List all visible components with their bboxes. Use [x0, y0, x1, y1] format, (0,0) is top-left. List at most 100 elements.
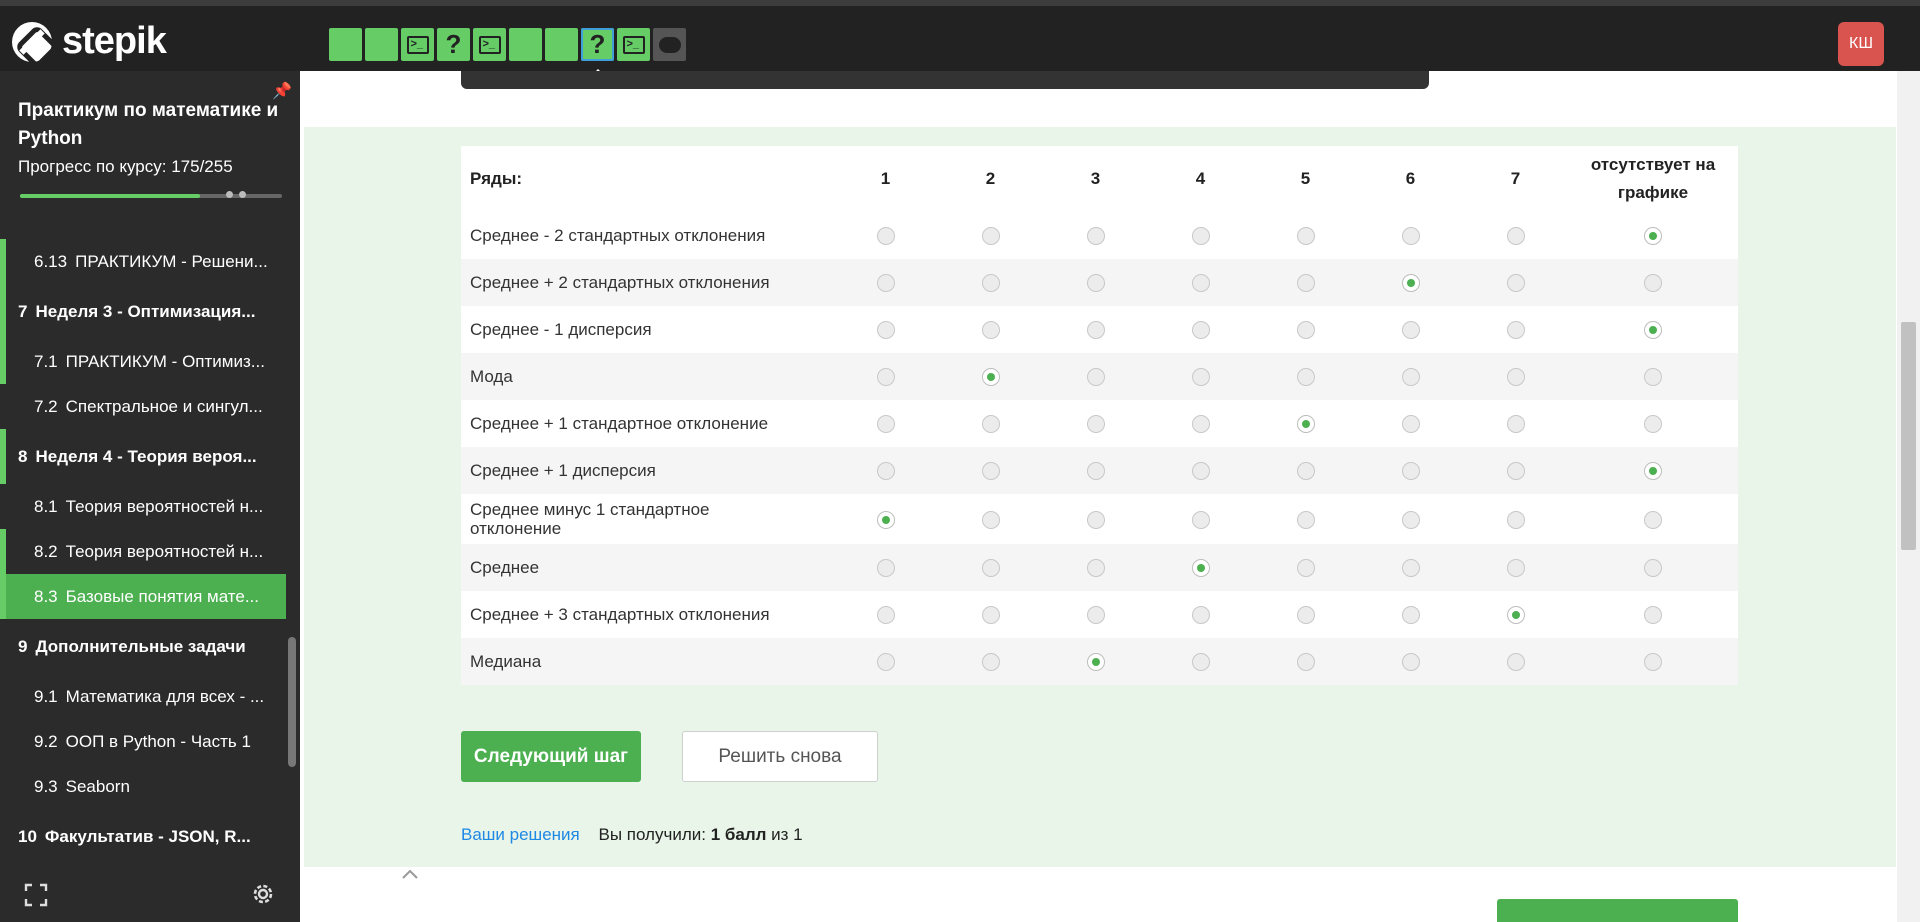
radio-button[interactable] — [876, 415, 895, 434]
radio-button[interactable] — [1296, 227, 1315, 246]
radio-button[interactable] — [876, 274, 895, 293]
radio-button[interactable] — [876, 321, 895, 340]
radio-button[interactable] — [1296, 606, 1315, 625]
radio-button-selected[interactable] — [876, 510, 895, 529]
radio-button[interactable] — [1401, 653, 1420, 672]
radio-button[interactable] — [1401, 368, 1420, 387]
radio-button-selected[interactable] — [1644, 321, 1662, 340]
radio-button[interactable] — [1086, 559, 1105, 578]
radio-button[interactable] — [1191, 510, 1210, 529]
sidebar-section[interactable]: 8 Неделя 4 - Теория вероя... — [0, 429, 286, 484]
step-tab-3[interactable]: >_ — [401, 28, 434, 61]
stepik-logo[interactable]: stepik — [12, 20, 167, 63]
radio-button[interactable] — [1506, 368, 1525, 387]
radio-button[interactable] — [1644, 274, 1662, 293]
radio-button[interactable] — [1401, 559, 1420, 578]
radio-button[interactable] — [1401, 415, 1420, 434]
sidebar-lesson[interactable]: 9.2 ООП в Python - Часть 1 — [0, 719, 286, 764]
radio-button[interactable] — [1191, 321, 1210, 340]
step-tab-6[interactable] — [509, 28, 542, 61]
page-scrollbar-thumb[interactable] — [1901, 322, 1916, 550]
radio-button[interactable] — [1296, 368, 1315, 387]
sidebar-lesson[interactable]: 8.1 Теория вероятностей н... — [0, 484, 286, 529]
radio-button[interactable] — [1086, 462, 1105, 481]
radio-button[interactable] — [1644, 510, 1662, 529]
radio-button[interactable] — [1506, 274, 1525, 293]
radio-button[interactable] — [981, 510, 1000, 529]
radio-button[interactable] — [1086, 227, 1105, 246]
radio-button[interactable] — [981, 274, 1000, 293]
radio-button[interactable] — [1644, 559, 1662, 578]
sidebar-lesson[interactable]: 7.2 Спектральное и сингул... — [0, 384, 286, 429]
solve-again-button[interactable]: Решить снова — [682, 731, 878, 782]
next-step-bottom-button[interactable] — [1497, 899, 1738, 922]
radio-button[interactable] — [876, 227, 895, 246]
radio-button[interactable] — [1644, 368, 1662, 387]
radio-button[interactable] — [981, 606, 1000, 625]
sidebar-lesson[interactable]: 9.3 Seaborn — [0, 764, 286, 809]
fullscreen-icon[interactable] — [24, 883, 48, 907]
radio-button[interactable] — [1191, 462, 1210, 481]
radio-button[interactable] — [981, 462, 1000, 481]
radio-button-selected[interactable] — [1191, 559, 1210, 578]
radio-button[interactable] — [876, 462, 895, 481]
your-solutions-link[interactable]: Ваши решения — [461, 825, 580, 844]
radio-button[interactable] — [1086, 321, 1105, 340]
radio-button[interactable] — [1401, 321, 1420, 340]
radio-button[interactable] — [1086, 415, 1105, 434]
radio-button[interactable] — [1296, 653, 1315, 672]
sidebar-scrollbar[interactable] — [288, 637, 296, 767]
radio-button[interactable] — [1086, 510, 1105, 529]
radio-button-selected[interactable] — [981, 368, 1000, 387]
radio-button[interactable] — [876, 653, 895, 672]
sidebar-lesson[interactable]: 9.1 Математика для всех - ... — [0, 674, 286, 719]
step-tab-7[interactable] — [545, 28, 578, 61]
radio-button[interactable] — [981, 227, 1000, 246]
radio-button[interactable] — [1506, 462, 1525, 481]
radio-button[interactable] — [1296, 462, 1315, 481]
radio-button[interactable] — [1506, 653, 1525, 672]
radio-button[interactable] — [1401, 227, 1420, 246]
radio-button[interactable] — [1296, 321, 1315, 340]
sidebar-lesson[interactable]: 8.2 Теория вероятностей н... — [0, 529, 286, 574]
radio-button-selected[interactable] — [1086, 653, 1105, 672]
sidebar-lesson[interactable]: 6.13 ПРАКТИКУМ - Решени... — [0, 239, 286, 284]
sidebar-lesson[interactable]: 7.1 ПРАКТИКУМ - Оптимиз... — [0, 339, 286, 384]
radio-button[interactable] — [1401, 462, 1420, 481]
radio-button[interactable] — [1644, 415, 1662, 434]
radio-button[interactable] — [1296, 559, 1315, 578]
radio-button[interactable] — [1086, 274, 1105, 293]
user-avatar[interactable]: КШ — [1838, 22, 1884, 66]
radio-button[interactable] — [1086, 368, 1105, 387]
radio-button[interactable] — [1644, 606, 1662, 625]
radio-button[interactable] — [1401, 510, 1420, 529]
radio-button[interactable] — [981, 559, 1000, 578]
radio-button[interactable] — [1191, 653, 1210, 672]
radio-button[interactable] — [981, 321, 1000, 340]
radio-button[interactable] — [1506, 559, 1525, 578]
radio-button[interactable] — [981, 653, 1000, 672]
radio-button[interactable] — [1191, 606, 1210, 625]
step-tab-2[interactable] — [365, 28, 398, 61]
radio-button[interactable] — [876, 368, 895, 387]
course-title[interactable]: Практикум по математике и Python — [18, 97, 280, 153]
radio-button[interactable] — [1506, 227, 1525, 246]
step-tab-4[interactable]: ? — [437, 28, 470, 61]
radio-button[interactable] — [1401, 606, 1420, 625]
step-tab-10[interactable] — [653, 28, 686, 61]
radio-button[interactable] — [1191, 227, 1210, 246]
radio-button-selected[interactable] — [1644, 227, 1662, 246]
chevron-up-icon[interactable] — [400, 867, 420, 881]
radio-button-selected[interactable] — [1296, 415, 1315, 434]
radio-button[interactable] — [1506, 321, 1525, 340]
radio-button-selected[interactable] — [1401, 274, 1420, 293]
radio-button[interactable] — [1296, 510, 1315, 529]
step-tab-1[interactable] — [329, 28, 362, 61]
radio-button[interactable] — [1191, 368, 1210, 387]
radio-button[interactable] — [1296, 274, 1315, 293]
radio-button[interactable] — [876, 559, 895, 578]
sidebar-section[interactable]: 9 Дополнительные задачи — [0, 619, 286, 674]
next-step-button[interactable]: Следующий шаг — [461, 731, 641, 782]
radio-button[interactable] — [1191, 274, 1210, 293]
radio-button[interactable] — [1191, 415, 1210, 434]
